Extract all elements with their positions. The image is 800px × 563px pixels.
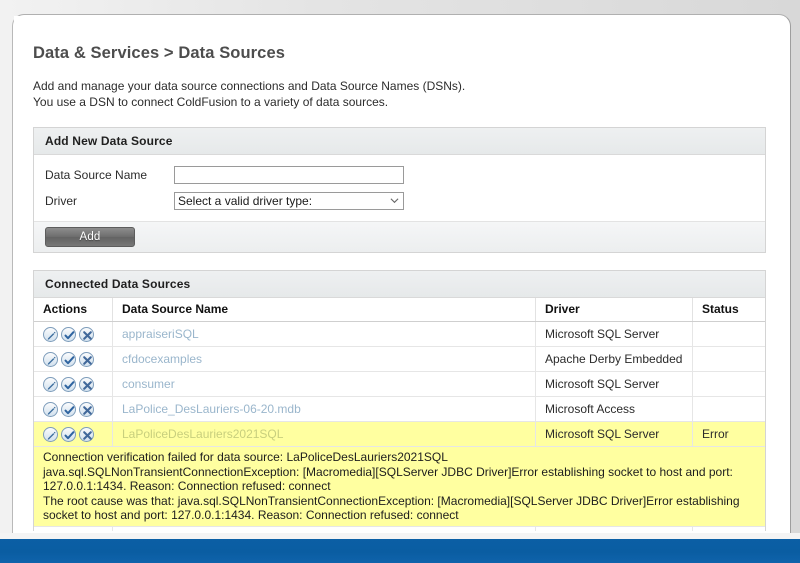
row-actions-cell: [34, 321, 113, 347]
verify-icon[interactable]: [61, 376, 76, 392]
row-status-cell: [692, 321, 765, 347]
screenshot-root: Data & Services > Data Sources Add and m…: [0, 0, 800, 563]
data-source-name-link[interactable]: LaPolice_DesLauriers-06-20.mdb: [122, 402, 301, 416]
error-line1: Connection verification failed for data …: [43, 450, 448, 464]
page-content: Data & Services > Data Sources Add and m…: [14, 16, 784, 531]
table-row: cfdocexamples Apache Derby Embedded: [34, 346, 765, 372]
table-row: LaPolice_DesLauriers-06-20.mdb Microsoft …: [34, 396, 765, 422]
add-panel-body: Data Source Name Driver Select a valid d…: [34, 155, 765, 252]
connected-data-sources-panel: Connected Data Sources Actions Data Sour…: [33, 270, 766, 531]
row-name-cell: appraiseriSQL: [112, 321, 536, 347]
data-source-name-link[interactable]: cfdocexamples: [122, 352, 202, 366]
row-status-cell: [692, 346, 765, 372]
driver-select-wrap: Select a valid driver type:: [174, 192, 404, 210]
delete-icon[interactable]: [79, 351, 94, 367]
delete-icon[interactable]: [79, 426, 94, 442]
column-header-actions: Actions: [34, 298, 113, 322]
data-source-name-link[interactable]: consumer: [122, 377, 175, 391]
page-title: Data & Services > Data Sources: [33, 44, 286, 62]
driver-select[interactable]: Select a valid driver type:: [174, 192, 404, 210]
form-row-driver: Driver Select a valid driver type:: [34, 188, 765, 214]
edit-icon[interactable]: [43, 351, 58, 367]
delete-icon[interactable]: [79, 376, 94, 392]
data-sources-table: Actions Data Source Name Driver Status a…: [34, 298, 765, 531]
add-data-source-panel: Add New Data Source Data Source Name Dri…: [33, 127, 766, 253]
column-header-status: Status: [692, 298, 765, 322]
table-header-row: Actions Data Source Name Driver Status: [34, 298, 765, 322]
table-row: robillard.mdbMicrosoft Access: [34, 526, 765, 531]
row-driver-cell: Microsoft Access: [535, 526, 693, 531]
row-actions-cell: [34, 396, 113, 422]
row-actions-cell: [34, 346, 113, 372]
data-source-name-input[interactable]: [174, 166, 404, 184]
error-detail-row: Connection verification failed for data …: [34, 446, 765, 527]
data-source-name-link[interactable]: appraiseriSQL: [122, 327, 199, 341]
connection-error-cell: Connection verification failed for data …: [34, 446, 765, 527]
row-name-cell: consumer: [112, 371, 536, 397]
edit-icon[interactable]: [43, 401, 58, 417]
connected-panel-header: Connected Data Sources: [34, 271, 765, 298]
connected-panel-body: Actions Data Source Name Driver Status a…: [34, 298, 765, 531]
error-line3: The root cause was that: java.sql.SQLNon…: [43, 493, 740, 523]
page-viewport: Data & Services > Data Sources Add and m…: [14, 16, 784, 531]
form-row-dsn: Data Source Name: [34, 162, 765, 188]
table-head: Actions Data Source Name Driver Status: [34, 298, 765, 322]
row-status-cell: [692, 526, 765, 531]
row-actions-cell: [34, 421, 113, 447]
edit-icon[interactable]: [43, 426, 58, 442]
verify-icon[interactable]: [61, 426, 76, 442]
edit-icon[interactable]: [43, 326, 58, 342]
row-driver-cell: Microsoft SQL Server: [535, 421, 693, 447]
column-header-name: Data Source Name: [112, 298, 536, 322]
table-row: appraiseriSQL Microsoft SQL Server: [34, 321, 765, 347]
row-status-cell: [692, 396, 765, 422]
delete-icon[interactable]: [79, 401, 94, 417]
row-name-cell: LaPoliceDesLauriers2021SQL: [112, 421, 536, 447]
add-button[interactable]: Add: [45, 227, 135, 247]
table-row: consumer Microsoft SQL Server: [34, 371, 765, 397]
verify-icon[interactable]: [61, 351, 76, 367]
connection-error-message: Connection verification failed for data …: [43, 450, 758, 523]
column-header-driver: Driver: [535, 298, 693, 322]
verify-icon[interactable]: [61, 401, 76, 417]
row-status-cell: Error: [692, 421, 765, 447]
table-row: LaPoliceDesLauriers2021SQL Microsoft SQL …: [34, 421, 765, 447]
intro-line-1: Add and manage your data source connecti…: [33, 79, 466, 93]
add-button-bar: Add: [34, 221, 765, 252]
data-source-name-link[interactable]: LaPoliceDesLauriers2021SQL: [122, 427, 283, 441]
row-status-cell: [692, 371, 765, 397]
table-body: appraiseriSQL Microsoft SQL Server cfdocex…: [34, 321, 765, 531]
delete-icon[interactable]: [79, 326, 94, 342]
row-name-cell: LaPolice_DesLauriers-06-20.mdb: [112, 396, 536, 422]
add-form: Data Source Name Driver Select a valid d…: [34, 155, 765, 214]
row-driver-cell: Microsoft SQL Server: [535, 321, 693, 347]
taskbar[interactable]: [0, 539, 800, 563]
page-intro: Add and manage your data source connecti…: [33, 79, 766, 110]
row-name-cell: cfdocexamples: [112, 346, 536, 372]
verify-icon[interactable]: [61, 326, 76, 342]
intro-line-2: You use a DSN to connect ColdFusion to a…: [33, 94, 389, 109]
row-driver-cell: Apache Derby Embedded: [535, 346, 693, 372]
row-driver-cell: Microsoft Access: [535, 396, 693, 422]
row-actions-cell: [34, 371, 113, 397]
row-actions-cell: [34, 526, 113, 531]
row-name-cell: robillard.mdb: [112, 526, 536, 531]
add-panel-header: Add New Data Source: [34, 128, 765, 155]
driver-label: Driver: [45, 194, 77, 208]
row-driver-cell: Microsoft SQL Server: [535, 371, 693, 397]
edit-icon[interactable]: [43, 376, 58, 392]
dsn-name-label: Data Source Name: [45, 168, 148, 182]
error-line2: java.sql.SQLNonTransientConnectionExcept…: [43, 464, 733, 494]
